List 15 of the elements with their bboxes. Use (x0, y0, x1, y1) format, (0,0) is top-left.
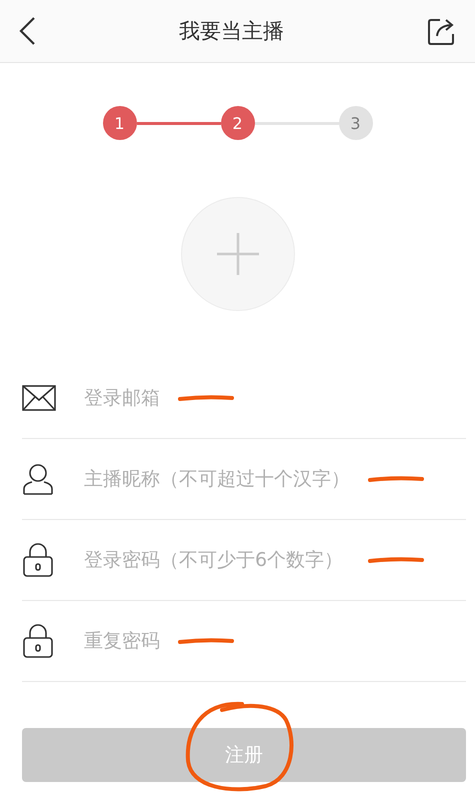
share-icon (427, 16, 457, 46)
back-icon (18, 16, 36, 46)
plus-icon (216, 233, 258, 275)
step-number: 1 (102, 106, 136, 140)
input-field[interactable]: 登录邮箱 (84, 387, 164, 409)
input-field[interactable]: 主播昵称（不可超过十个汉字） (84, 468, 354, 490)
lock-icon (22, 624, 54, 658)
person-icon (22, 463, 54, 495)
page-title: 我要当主播 (179, 18, 284, 45)
envelope-icon (22, 385, 56, 411)
step-number: 3 (338, 106, 372, 140)
step-number: 2 (220, 106, 254, 140)
lock-icon (22, 543, 54, 577)
input-field[interactable]: 重复密码 (84, 630, 164, 652)
input-field[interactable]: 登录密码（不可少于6个数字） (84, 549, 354, 571)
